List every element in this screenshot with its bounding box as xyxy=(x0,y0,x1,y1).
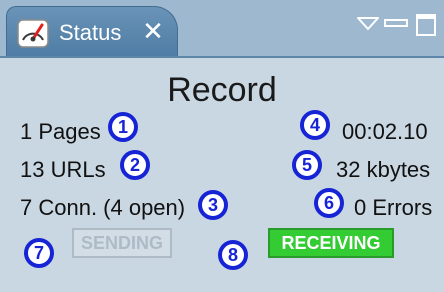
speedometer-icon xyxy=(17,19,49,48)
badge-3: 3 xyxy=(198,190,228,220)
tab-title: Status xyxy=(59,20,122,45)
status-view: Status ✕ Record 1 Pages 1 13 URLs 2 7 Co… xyxy=(0,0,444,292)
badge-5: 5 xyxy=(292,150,322,180)
badge-8: 8 xyxy=(218,240,248,270)
urls-count: 13 URLs xyxy=(20,157,106,182)
pages-count: 1 Pages xyxy=(20,119,101,144)
view-menu-icon[interactable] xyxy=(356,16,380,32)
elapsed-time: 00:02.10 xyxy=(342,119,428,144)
minimize-icon[interactable] xyxy=(384,18,408,30)
maximize-icon[interactable] xyxy=(416,14,436,36)
badge-4: 4 xyxy=(300,110,330,140)
close-icon[interactable]: ✕ xyxy=(139,17,167,45)
badge-6: 6 xyxy=(314,188,344,218)
status-tab[interactable]: Status ✕ xyxy=(6,6,178,56)
badge-7: 7 xyxy=(24,238,54,268)
badge-1: 1 xyxy=(108,112,138,142)
receiving-indicator: RECEIVING xyxy=(268,228,394,258)
badge-2: 2 xyxy=(120,150,150,180)
view-tab-bar: Status ✕ xyxy=(0,0,444,56)
errors-count: 0 Errors xyxy=(354,195,433,220)
data-size: 32 kbytes xyxy=(336,157,431,182)
sending-indicator: SENDING xyxy=(72,228,172,258)
record-title: Record xyxy=(167,71,277,109)
connections-count: 7 Conn. (4 open) xyxy=(20,195,186,220)
